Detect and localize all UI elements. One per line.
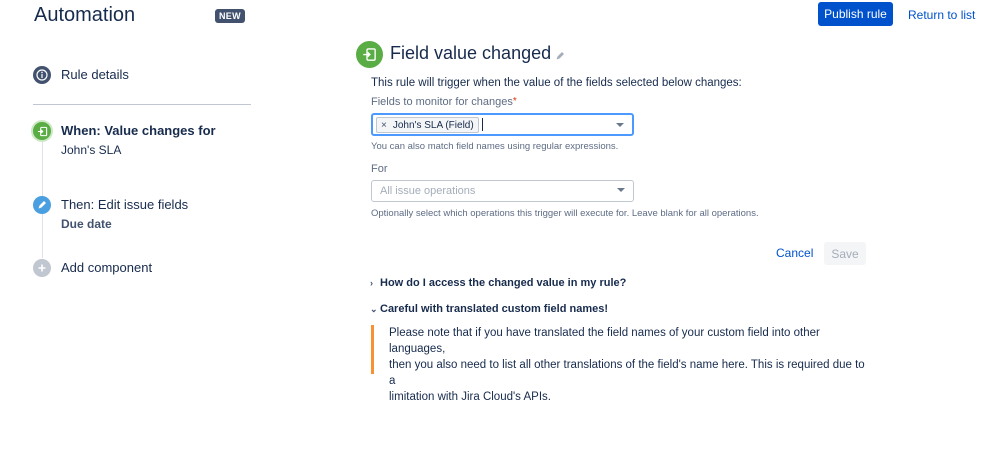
fields-hint: You can also match field names using reg… <box>371 141 619 152</box>
flow-connector <box>42 140 43 196</box>
action-subtitle: Due date <box>61 217 112 231</box>
required-marker: * <box>512 96 517 107</box>
remove-tag-icon[interactable]: × <box>381 120 387 131</box>
chevron-down-icon[interactable] <box>617 188 625 192</box>
tag-label: John's SLA (Field) <box>392 119 474 131</box>
sidebar-item-add-component[interactable]: Add component <box>33 259 152 277</box>
new-badge: NEW <box>215 9 245 23</box>
sidebar-item-rule-details[interactable]: Rule details <box>33 66 129 84</box>
sidebar-item-label: Add component <box>61 260 153 275</box>
chevron-right-icon: › <box>370 278 373 288</box>
publish-rule-button[interactable]: Publish rule <box>818 2 893 26</box>
sidebar-item-label: Then: Edit issue fields <box>61 197 189 212</box>
sidebar-item-action[interactable]: Then: Edit issue fields <box>33 196 188 214</box>
operations-placeholder: All issue operations <box>380 185 476 197</box>
sidebar-divider <box>33 104 251 105</box>
plus-icon <box>33 259 51 277</box>
text-caret <box>482 118 483 131</box>
expander-translated-fields[interactable]: ⌄ Careful with translated custom field n… <box>370 303 608 315</box>
field-changed-icon <box>356 41 383 68</box>
warning-note: Please note that if you have translated … <box>371 325 871 403</box>
fields-label: Fields to monitor for changes* <box>371 96 517 108</box>
trigger-description: This rule will trigger when the value of… <box>371 77 742 89</box>
fields-multiselect[interactable]: × John's SLA (Field) <box>371 113 634 136</box>
selected-field-tag: × John's SLA (Field) <box>376 117 479 133</box>
return-to-list-link[interactable]: Return to list <box>908 8 975 22</box>
expander-access-changed-value[interactable]: › How do I access the changed value in m… <box>370 277 626 289</box>
flow-connector <box>42 214 43 258</box>
trigger-subtitle: John's SLA <box>61 143 122 157</box>
operations-hint: Optionally select which operations this … <box>371 208 759 219</box>
sidebar-item-label: When: Value changes for <box>61 123 216 138</box>
info-icon <box>33 66 51 84</box>
chevron-down-icon: ⌄ <box>370 303 378 314</box>
page-title: Field value changed <box>390 43 552 63</box>
sidebar-item-trigger[interactable]: When: Value changes for <box>33 122 216 140</box>
save-button[interactable]: Save <box>824 242 866 265</box>
pencil-icon <box>33 196 51 214</box>
field-changed-icon <box>33 122 51 140</box>
sidebar-item-label: Rule details <box>61 67 129 82</box>
edit-title-icon[interactable] <box>555 48 565 66</box>
cancel-button[interactable]: Cancel <box>776 246 813 260</box>
chevron-down-icon[interactable] <box>616 123 624 127</box>
app-title: Automation <box>34 4 136 26</box>
operations-select[interactable]: All issue operations <box>371 180 634 202</box>
for-label: For <box>371 163 388 175</box>
